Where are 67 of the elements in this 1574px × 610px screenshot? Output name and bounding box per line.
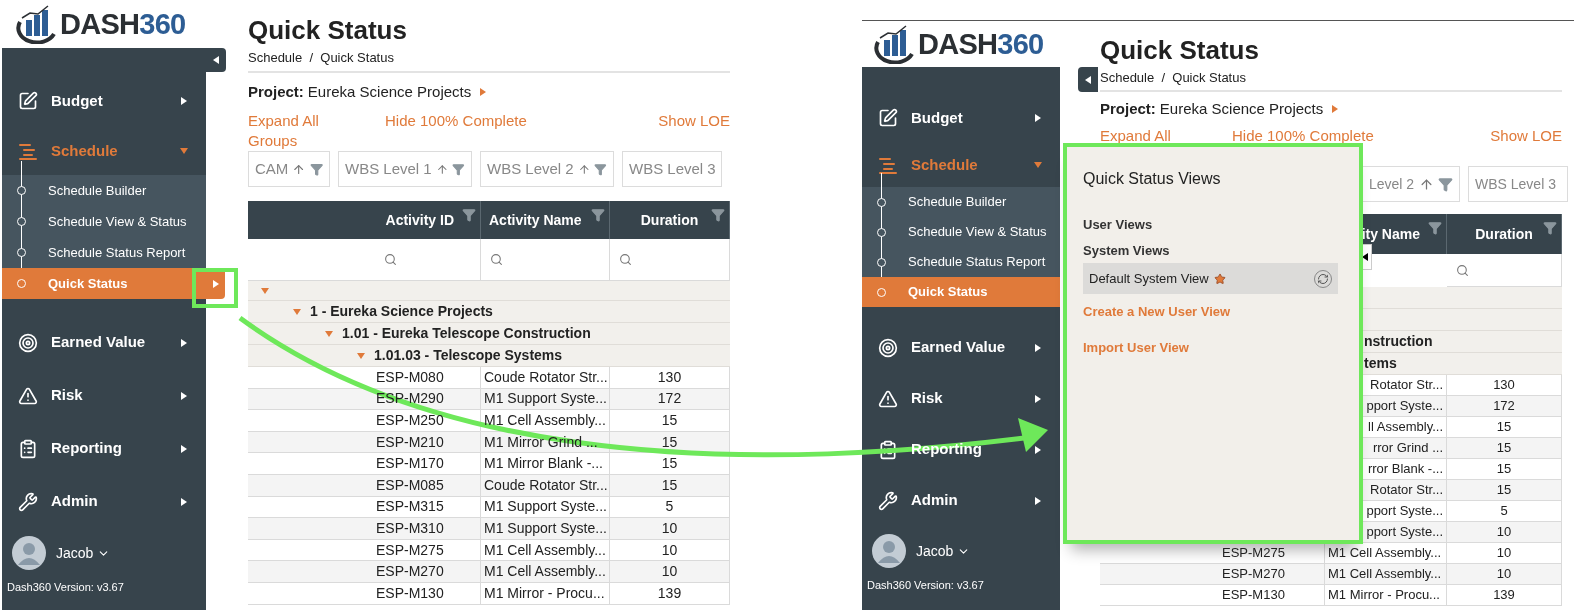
table-cell: M1 Cell Assembly... (1325, 543, 1447, 564)
project-label: Project: (248, 81, 304, 102)
page-title: Quick Status (1100, 34, 1260, 66)
section-label: User Views (1083, 216, 1154, 234)
table-cell: ESP-M130 (248, 582, 481, 605)
project-name: Eureka Science Projects (1159, 98, 1324, 119)
table-cell: M1 Cell Assembly... (1325, 564, 1447, 585)
section-label: System Views (1083, 241, 1171, 260)
logo-text: DASH360 (60, 9, 186, 39)
table-cell: 15 (1447, 459, 1562, 480)
group-label: 1 - Eureka Science Projects (310, 302, 493, 321)
group-label: 1.01 - Eureka Telescope Construction (342, 324, 591, 343)
table-cell: M1 Mirror - Procu... (1325, 585, 1447, 606)
table-cell: 15 (1447, 480, 1562, 501)
table-cell: ESP-M270 (1100, 564, 1325, 585)
table-cell: 10 (1447, 564, 1562, 585)
table-cell: Coude Rotator Str... (481, 474, 610, 497)
table-cell: 172 (610, 388, 730, 411)
table-cell: 15 (1447, 417, 1562, 438)
logo-text: DASH360 (918, 29, 1044, 59)
page-title: Quick Status (248, 14, 408, 46)
project-label: Project: (1100, 98, 1156, 119)
table-cell: 172 (1447, 396, 1562, 417)
table-cell: 10 (610, 518, 730, 540)
table-cell: ESP-M310 (248, 518, 481, 540)
table-cell: 10 (1447, 543, 1562, 564)
version-text: Dash360 Version: v3.67 (866, 578, 985, 593)
table-cell: ESP-M130 (1100, 585, 1325, 606)
table-cell: Coude Rotator Str... (481, 367, 610, 389)
table-cell: ESP-M080 (248, 367, 481, 389)
group-label: nstruction (1364, 332, 1433, 351)
table-cell: ESP-M250 (248, 410, 481, 432)
table-cell: M1 Support Syste... (481, 518, 610, 540)
table-cell: ESP-M315 (248, 496, 481, 519)
table-cell: ESP-M210 (248, 431, 481, 454)
table-cell: M1 Mirror - Procu... (481, 582, 610, 605)
group-label: 1.01.03 - Telescope Systems (374, 346, 563, 365)
table-cell: 10 (610, 561, 730, 583)
table-cell: ESP-M170 (248, 453, 481, 475)
table-cell: 130 (1447, 375, 1562, 396)
version-text: Dash360 Version: v3.67 (6, 580, 125, 595)
table-cell: M1 Cell Assembly... (481, 561, 610, 583)
table-cell: ESP-M275 (248, 539, 481, 562)
breadcrumb: Schedule / Quick Status (1100, 69, 1247, 87)
table-cell: M1 Mirror Blank -... (481, 453, 610, 475)
table-cell: 15 (610, 410, 730, 432)
table-cell: ESP-M270 (248, 561, 481, 583)
table-cell: M1 Cell Assembly... (481, 539, 610, 562)
table-cell: 10 (1447, 522, 1562, 543)
table-cell: ESP-M085 (248, 474, 481, 497)
popup-title: Quick Status Views (1083, 169, 1222, 189)
table-cell: M1 Support Syste... (481, 388, 610, 411)
table-cell: 5 (610, 496, 730, 519)
project-name: Eureka Science Projects (307, 81, 472, 102)
table-cell: M1 Cell Assembly... (481, 410, 610, 432)
group-label: tems (1364, 354, 1397, 373)
table-cell: 15 (1447, 438, 1562, 459)
table-cell: 130 (610, 367, 730, 389)
table-cell: 15 (610, 453, 730, 475)
table-cell: 5 (1447, 501, 1562, 522)
table-cell: 139 (610, 582, 730, 605)
table-cell: M1 Support Syste... (481, 496, 610, 519)
table-cell: 15 (610, 474, 730, 497)
table-cell: 10 (610, 539, 730, 562)
table-cell: ESP-M275 (1100, 543, 1325, 564)
table-cell: 139 (1447, 585, 1562, 606)
breadcrumb: Schedule / Quick Status (248, 49, 395, 67)
